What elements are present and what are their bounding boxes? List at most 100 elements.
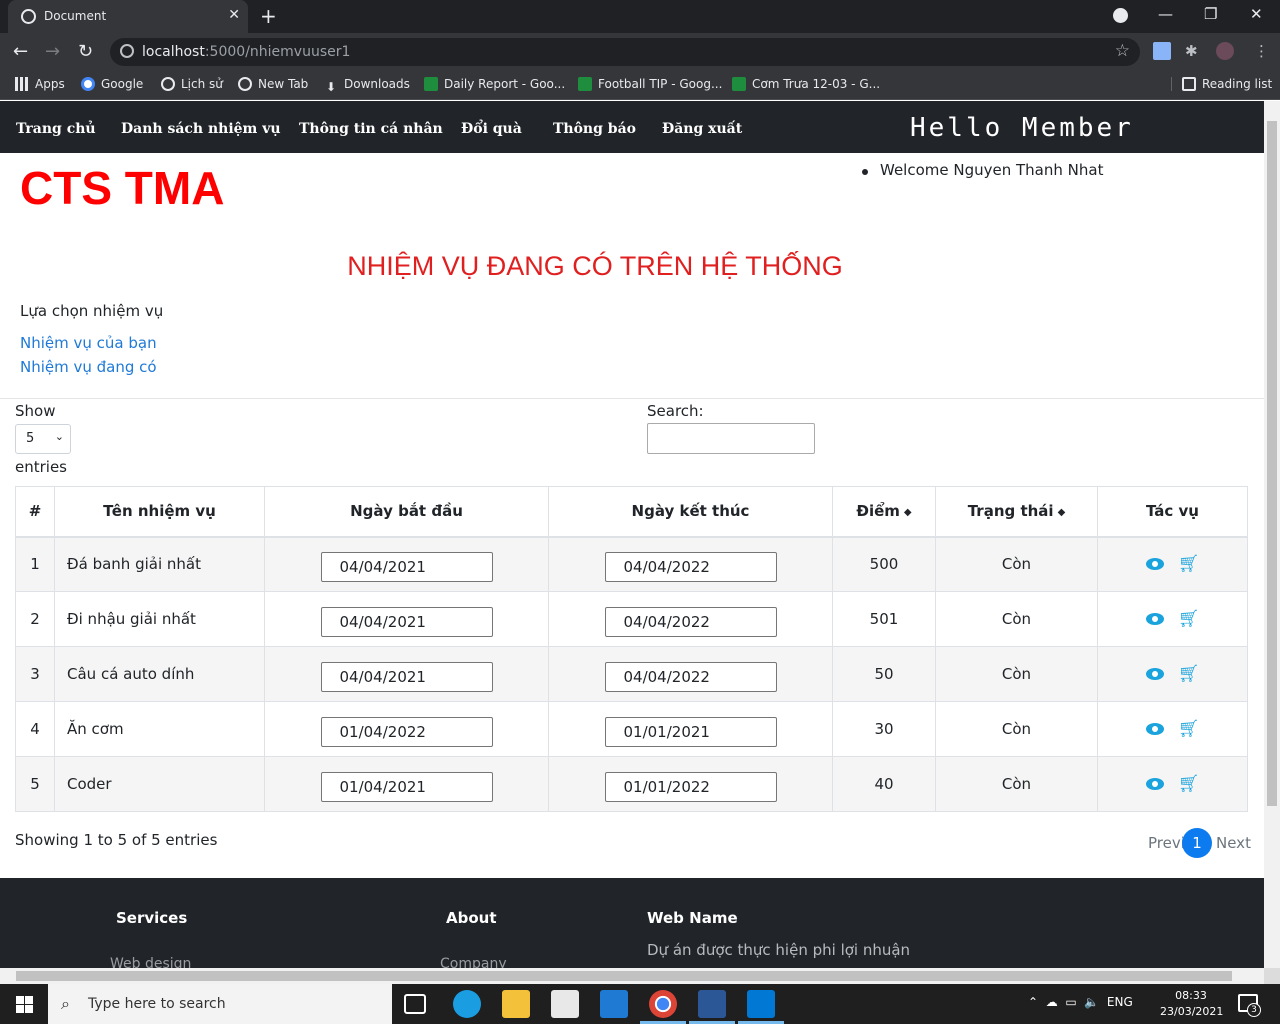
available-tasks-link[interactable]: Nhiệm vụ đang có	[20, 358, 157, 376]
start-date-input[interactable]: 04/04/2021	[320, 661, 493, 692]
col-end-date[interactable]: Ngày kết thúc	[548, 486, 833, 538]
taskbar-search-placeholder: Type here to search	[88, 996, 226, 1012]
scrollbar-thumb[interactable]	[16, 971, 1232, 981]
windows-start-icon[interactable]	[16, 996, 33, 1013]
col-task-name[interactable]: Tên nhiệm vụ	[54, 486, 265, 538]
site-info-icon[interactable]	[120, 44, 134, 58]
footer-web-design-link[interactable]: Web design	[110, 956, 191, 968]
language-indicator[interactable]: ENG	[1107, 995, 1133, 1009]
word-icon[interactable]	[698, 990, 726, 1018]
translate-extension-icon[interactable]	[1153, 42, 1171, 60]
address-bar[interactable]: localhost:5000/nhiemvuuser1 ☆	[110, 38, 1140, 66]
view-eye-icon[interactable]	[1145, 613, 1164, 625]
nav-redeem[interactable]: Đổi quà	[461, 121, 522, 137]
chrome-icon[interactable]	[649, 990, 677, 1018]
nav-logout[interactable]: Đăng xuất	[662, 121, 742, 137]
bookmark-daily-report[interactable]: Daily Report - Goo...	[424, 77, 565, 91]
view-eye-icon[interactable]	[1145, 778, 1164, 790]
volume-icon[interactable]: 🔈	[1084, 995, 1099, 1009]
col-index[interactable]: #	[15, 486, 55, 538]
extensions-puzzle-icon[interactable]: ✱	[1185, 42, 1203, 60]
end-date-input[interactable]: 04/04/2022	[604, 551, 777, 582]
end-date-input[interactable]: 04/04/2022	[604, 606, 777, 637]
cart-icon[interactable]: 🛒︎	[1178, 609, 1200, 629]
network-icon[interactable]: ▭	[1065, 995, 1076, 1009]
bookmark-football-tip[interactable]: Football TIP - Goog...	[578, 77, 722, 91]
forward-icon[interactable]: →	[45, 41, 60, 62]
edge-icon[interactable]	[453, 990, 481, 1018]
nav-task-list[interactable]: Danh sách nhiệm vụ	[121, 121, 281, 137]
close-tab-icon[interactable]: ✕	[228, 7, 240, 23]
end-date-input[interactable]: 04/04/2022	[604, 661, 777, 692]
chevron-up-icon[interactable]: ⌃	[1028, 995, 1038, 1009]
taskbar-search[interactable]: ⌕ Type here to search	[48, 984, 392, 1024]
page-1-button[interactable]: 1	[1182, 828, 1212, 858]
file-explorer-icon[interactable]	[502, 990, 530, 1018]
bookmark-com-trua[interactable]: Cơm Trưa 12-03 - G...	[732, 77, 880, 91]
profile-download-icon[interactable]	[1113, 8, 1128, 23]
end-date-input[interactable]: 01/01/2021	[604, 716, 777, 747]
store-icon[interactable]	[551, 990, 579, 1018]
actions-cell: 🛒︎	[1097, 756, 1248, 812]
task-view-icon[interactable]	[404, 994, 426, 1014]
cart-icon[interactable]: 🛒︎	[1178, 554, 1200, 574]
reload-icon[interactable]: ↻	[78, 41, 93, 62]
cart-icon[interactable]: 🛒︎	[1178, 774, 1200, 794]
globe-icon	[238, 77, 252, 91]
bookmark-downloads[interactable]: ⬇ Downloads	[324, 77, 410, 94]
start-date-input[interactable]: 04/04/2021	[320, 606, 493, 637]
bookmark-new-tab[interactable]: New Tab	[238, 77, 308, 91]
col-start-date[interactable]: Ngày bắt đầu	[264, 486, 549, 538]
mail-icon[interactable]	[600, 990, 628, 1018]
footer-company-link[interactable]: Company	[440, 956, 507, 968]
my-tasks-link[interactable]: Nhiệm vụ của bạn	[20, 334, 157, 352]
search-input[interactable]	[647, 423, 815, 454]
col-points[interactable]: Điểm ◆	[832, 486, 936, 538]
start-date-input[interactable]: 04/04/2021	[320, 551, 493, 582]
start-date-input[interactable]: 01/04/2022	[320, 716, 493, 747]
col-status[interactable]: Trạng thái ◆	[935, 486, 1098, 538]
profile-avatar[interactable]	[1216, 42, 1234, 60]
back-icon[interactable]: ←	[13, 41, 28, 62]
welcome-item: Welcome Nguyen Thanh Nhat	[862, 161, 1103, 179]
cart-icon[interactable]: 🛒︎	[1178, 719, 1200, 739]
task-name: Ăn cơm	[54, 701, 265, 757]
scrollbar-thumb[interactable]	[1267, 121, 1277, 806]
horizontal-scrollbar[interactable]	[0, 968, 1264, 984]
restore-icon[interactable]: ❐	[1204, 5, 1217, 23]
end-date-input[interactable]: 01/01/2022	[604, 771, 777, 802]
cart-icon[interactable]: 🛒︎	[1178, 664, 1200, 684]
task-name: Câu cá auto dính	[54, 646, 265, 702]
view-eye-icon[interactable]	[1145, 668, 1164, 680]
entries-select[interactable]: 5 ⌄	[15, 424, 71, 454]
search-icon: ⌕	[61, 994, 70, 1013]
bookmark-star-icon[interactable]: ☆	[1115, 41, 1130, 61]
nav-home[interactable]: Trang chủ	[16, 121, 96, 137]
system-tray[interactable]: ⌃ ☁ ▭ 🔈 ENG	[1028, 995, 1133, 1009]
menu-dots-icon[interactable]: ⋮	[1254, 42, 1272, 60]
vscode-icon[interactable]	[747, 990, 775, 1018]
clock[interactable]: 08:33 23/03/2021	[1160, 988, 1223, 1020]
table-row: 5 Coder 01/04/2021 01/01/2022 40 Còn 🛒︎	[15, 756, 1248, 812]
vertical-scrollbar[interactable]	[1264, 101, 1280, 968]
bookmark-apps[interactable]: Apps	[15, 77, 65, 91]
new-tab-icon[interactable]: +	[260, 4, 277, 28]
nav-profile[interactable]: Thông tin cá nhân	[299, 121, 443, 137]
actions-cell: 🛒︎	[1097, 591, 1248, 647]
minimize-icon[interactable]: —	[1158, 5, 1173, 23]
view-eye-icon[interactable]	[1145, 723, 1164, 735]
next-page-button[interactable]: Next	[1216, 834, 1251, 852]
bookmark-google[interactable]: Google	[81, 77, 143, 91]
browser-tab[interactable]: Document ✕	[8, 0, 248, 33]
bookmark-history[interactable]: Lịch sử	[161, 77, 223, 91]
view-eye-icon[interactable]	[1145, 558, 1164, 571]
row-index: 2	[15, 591, 55, 647]
previous-page-button[interactable]: Previous	[1148, 834, 1183, 852]
footer-webname-title: Web Name	[647, 909, 738, 927]
close-window-icon[interactable]: ✕	[1250, 5, 1263, 23]
start-date-input[interactable]: 01/04/2021	[320, 771, 493, 802]
nav-notifications[interactable]: Thông báo	[553, 121, 636, 137]
reading-list[interactable]: Reading list	[1171, 77, 1272, 91]
apps-grid-icon	[15, 77, 29, 91]
cloud-icon[interactable]: ☁	[1046, 995, 1058, 1009]
